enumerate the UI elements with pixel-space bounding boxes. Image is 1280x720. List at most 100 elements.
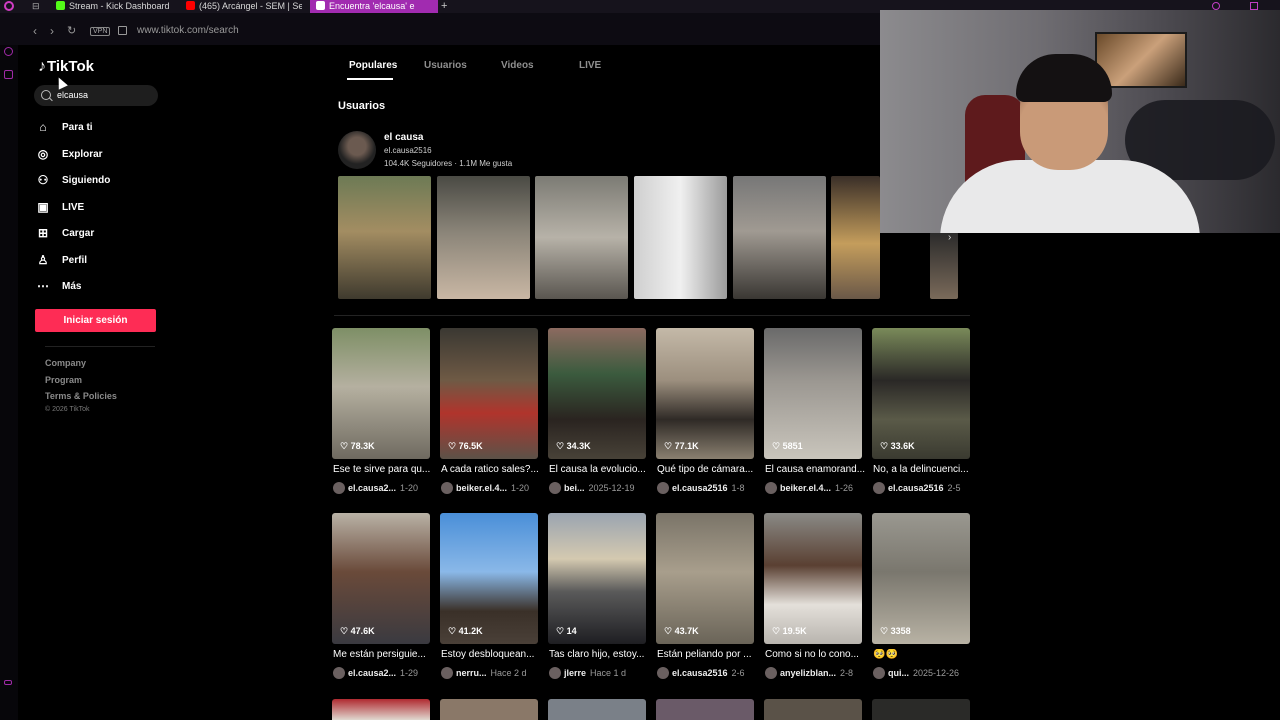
new-tab-button[interactable]: + — [441, 0, 447, 13]
messenger-icon[interactable] — [4, 47, 13, 56]
user-video-thumbnail[interactable] — [930, 232, 958, 299]
vpn-badge[interactable]: VPN — [90, 27, 111, 36]
video-thumbnail-partial[interactable] — [440, 699, 538, 720]
author-name[interactable]: beiker.el.4... — [780, 483, 831, 493]
tab-videos[interactable]: Videos — [501, 60, 534, 71]
video-thumbnail[interactable]: ♡ 78.3K — [332, 328, 430, 459]
video-thumbnail[interactable]: ♡ 76.5K — [440, 328, 538, 459]
video-thumbnail-partial[interactable] — [548, 699, 646, 720]
nav-explorar[interactable]: ◎ Explorar — [36, 144, 103, 164]
author-name[interactable]: qui... — [888, 668, 909, 678]
author-name[interactable]: anyelizblan... — [780, 668, 836, 678]
author-avatar[interactable] — [765, 667, 777, 679]
video-caption[interactable]: Me están persiguie... — [333, 649, 437, 660]
carousel-next-icon[interactable]: › — [948, 232, 951, 243]
author-name[interactable]: el.causa2516 — [672, 668, 728, 678]
video-caption[interactable]: No, a la delincuenci... — [873, 464, 977, 475]
video-thumbnail[interactable]: ♡ 34.3K — [548, 328, 646, 459]
author-avatar[interactable] — [549, 667, 561, 679]
search-tabs-icon[interactable] — [1212, 2, 1220, 10]
author-avatar[interactable] — [657, 482, 669, 494]
video-thumbnail[interactable]: ♡ 3358 — [872, 513, 970, 644]
author-name[interactable]: jlerre — [564, 668, 586, 678]
nav-mas[interactable]: ⋯ Más — [36, 276, 81, 296]
video-caption[interactable]: Están peliando por ... — [657, 649, 761, 660]
url-field[interactable]: www.tiktok.com/search — [137, 25, 239, 36]
nav-siguiendo[interactable]: ⚇ Siguiendo — [36, 170, 111, 190]
reload-button[interactable]: ↻ — [67, 24, 76, 37]
video-meta: nerru... Hace 2 d — [441, 667, 547, 681]
tab-live[interactable]: LIVE — [579, 60, 601, 71]
video-thumbnail[interactable]: ♡ 77.1K — [656, 328, 754, 459]
video-thumbnail[interactable]: ♡ 19.5K — [764, 513, 862, 644]
nav-perfil[interactable]: ♙ Perfil — [36, 250, 87, 270]
lock-icon[interactable] — [118, 26, 127, 35]
settings-icon[interactable] — [4, 680, 12, 685]
user-avatar[interactable] — [338, 131, 376, 169]
author-name[interactable]: el.causa2... — [348, 483, 396, 493]
tab-youtube[interactable]: (465) Arcángel - SEM | Se — [186, 0, 302, 13]
user-video-thumbnail[interactable] — [338, 176, 431, 299]
video-thumbnail[interactable]: ♡ 5851 — [764, 328, 862, 459]
opera-logo-icon[interactable] — [4, 1, 14, 11]
video-caption[interactable]: A cada ratico sales?... — [441, 464, 545, 475]
author-avatar[interactable] — [873, 667, 885, 679]
author-name[interactable]: bei... — [564, 483, 585, 493]
nav-live[interactable]: ▣ LIVE — [36, 197, 84, 217]
maximize-icon[interactable] — [1250, 2, 1258, 10]
video-caption[interactable]: El causa enamorand... — [765, 464, 869, 475]
video-caption[interactable]: Tas claro hijo, estoy... — [549, 649, 653, 660]
video-thumbnail-partial[interactable] — [656, 699, 754, 720]
tab-kick[interactable]: Stream - Kick Dashboard — [56, 0, 174, 13]
video-caption[interactable]: Estoy desbloquean... — [441, 649, 545, 660]
nav-para-ti[interactable]: ⌂ Para ti — [36, 117, 92, 137]
search-input[interactable]: elcausa — [34, 85, 158, 106]
video-caption[interactable]: 🥺🥺 — [873, 649, 977, 660]
forward-button[interactable]: › — [50, 24, 54, 38]
user-video-thumbnail[interactable] — [831, 176, 880, 299]
user-video-thumbnail[interactable] — [634, 176, 727, 299]
tiktok-logo[interactable]: ♪TikTok — [38, 58, 94, 76]
author-avatar[interactable] — [549, 482, 561, 494]
video-thumbnail-partial[interactable] — [764, 699, 862, 720]
video-thumbnail-partial[interactable] — [872, 699, 970, 720]
live-icon: ▣ — [37, 200, 49, 214]
author-name[interactable]: el.causa2516 — [672, 483, 728, 493]
author-name[interactable]: nerru... — [456, 668, 487, 678]
tab-usuarios[interactable]: Usuarios — [424, 60, 467, 71]
author-avatar[interactable] — [333, 482, 345, 494]
video-caption[interactable]: Como si no lo cono... — [765, 649, 869, 660]
tab-tiktok[interactable]: Encuentra 'elcausa' e — [310, 0, 438, 13]
footer-terms[interactable]: Terms & Policies — [45, 391, 117, 401]
author-avatar[interactable] — [765, 482, 777, 494]
video-caption[interactable]: Ese te sirve para qu... — [333, 464, 437, 475]
footer-company[interactable]: Company — [45, 358, 86, 368]
author-avatar[interactable] — [441, 667, 453, 679]
tab-populares[interactable]: Populares — [349, 60, 397, 71]
user-name[interactable]: el causa — [384, 132, 423, 143]
video-caption[interactable]: El causa la evolucio... — [549, 464, 653, 475]
author-avatar[interactable] — [873, 482, 885, 494]
user-video-thumbnail[interactable] — [437, 176, 530, 299]
author-name[interactable]: beiker.el.4... — [456, 483, 507, 493]
author-avatar[interactable] — [657, 667, 669, 679]
video-thumbnail-partial[interactable] — [332, 699, 430, 720]
video-caption[interactable]: Qué tipo de cámara... — [657, 464, 761, 475]
user-video-thumbnail[interactable] — [535, 176, 628, 299]
video-thumbnail[interactable]: ♡ 43.7K — [656, 513, 754, 644]
author-name[interactable]: el.causa2516 — [888, 483, 944, 493]
footer-program[interactable]: Program — [45, 375, 82, 385]
video-thumbnail[interactable]: ♡ 14 — [548, 513, 646, 644]
workspace-icon[interactable] — [4, 70, 13, 79]
video-thumbnail[interactable]: ♡ 47.6K — [332, 513, 430, 644]
video-thumbnail[interactable]: ♡ 41.2K — [440, 513, 538, 644]
nav-cargar[interactable]: ⊞ Cargar — [36, 223, 94, 243]
video-thumbnail[interactable]: ♡ 33.6K — [872, 328, 970, 459]
user-video-thumbnail[interactable] — [733, 176, 826, 299]
author-name[interactable]: el.causa2... — [348, 668, 396, 678]
login-button[interactable]: Iniciar sesión — [35, 309, 156, 332]
back-button[interactable]: ‹ — [33, 24, 37, 38]
author-avatar[interactable] — [333, 667, 345, 679]
author-avatar[interactable] — [441, 482, 453, 494]
tab-overview-icon[interactable]: ⊟ — [32, 0, 44, 13]
